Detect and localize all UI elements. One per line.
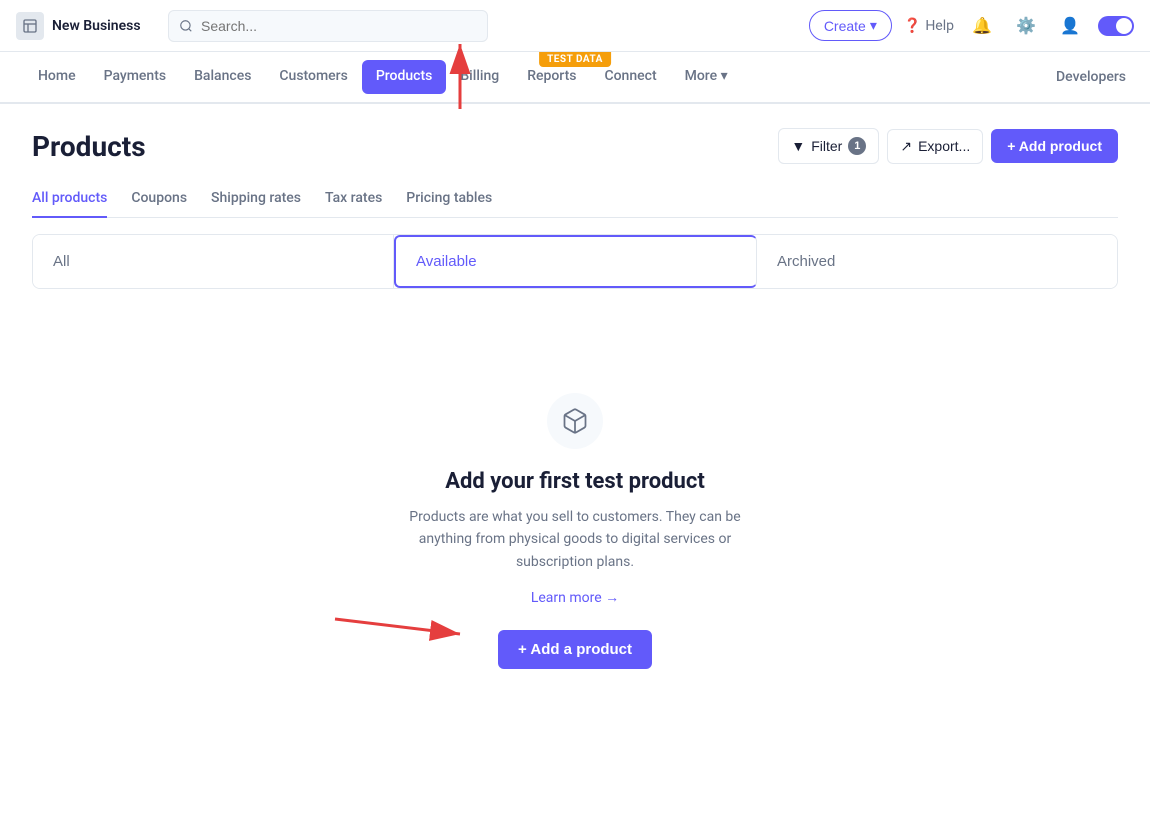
help-circle-icon: ❓ bbox=[904, 18, 921, 34]
page-tabs: All products Coupons Shipping rates Tax … bbox=[32, 180, 1118, 218]
export-icon: ↗ bbox=[900, 138, 912, 155]
search-bar[interactable] bbox=[168, 10, 488, 42]
create-button[interactable]: Create ▾ bbox=[809, 10, 892, 41]
topbar: New Business Create ▾ ❓ Help 🔔 ⚙️ 👤 bbox=[0, 0, 1150, 52]
arrow-to-add-button bbox=[315, 589, 475, 649]
export-button[interactable]: ↗ Export... bbox=[887, 129, 983, 164]
search-input[interactable] bbox=[168, 10, 488, 42]
filter-icon: ▼ bbox=[791, 138, 805, 154]
nav-item-customers[interactable]: Customers bbox=[265, 52, 361, 104]
user-avatar[interactable]: 👤 bbox=[1054, 10, 1086, 42]
main-nav: Home Payments Balances Customers Product… bbox=[0, 52, 1150, 104]
nav-item-more[interactable]: More ▾ bbox=[671, 52, 742, 104]
nav-item-products[interactable]: Products bbox=[362, 60, 447, 94]
nav-item-billing[interactable]: Billing bbox=[446, 52, 513, 104]
page-title: Products bbox=[32, 130, 146, 163]
logo-icon bbox=[16, 12, 44, 40]
nav-items: Home Payments Balances Customers Product… bbox=[24, 52, 742, 102]
header-actions: ▼ Filter 1 ↗ Export... + Add product bbox=[778, 128, 1118, 164]
status-filters: All Available Archived bbox=[32, 234, 1118, 289]
filter-button[interactable]: ▼ Filter 1 bbox=[778, 128, 879, 164]
user-icon: 👤 bbox=[1060, 16, 1080, 35]
status-filter-all[interactable]: All bbox=[33, 235, 394, 288]
settings-button[interactable]: ⚙️ bbox=[1010, 10, 1042, 42]
filter-count-badge: 1 bbox=[848, 137, 866, 155]
tab-shipping-rates[interactable]: Shipping rates bbox=[211, 180, 301, 218]
bell-icon: 🔔 bbox=[972, 16, 992, 35]
notifications-button[interactable]: 🔔 bbox=[966, 10, 998, 42]
help-button[interactable]: ❓ Help bbox=[904, 18, 954, 34]
empty-state: Add your first test product Products are… bbox=[32, 313, 1118, 709]
status-filter-archived[interactable]: Archived bbox=[757, 235, 1117, 288]
tab-pricing-tables[interactable]: Pricing tables bbox=[406, 180, 492, 218]
company-name: New Business bbox=[52, 18, 141, 34]
topbar-actions: Create ▾ ❓ Help 🔔 ⚙️ 👤 bbox=[809, 10, 1134, 42]
empty-state-title: Add your first test product bbox=[445, 469, 705, 494]
chevron-down-icon: ▾ bbox=[870, 17, 877, 34]
gear-icon: ⚙️ bbox=[1016, 16, 1036, 35]
status-filter-available[interactable]: Available bbox=[394, 235, 757, 288]
tab-all-products[interactable]: All products bbox=[32, 180, 107, 218]
empty-state-icon bbox=[547, 393, 603, 449]
nav-item-balances[interactable]: Balances bbox=[180, 52, 265, 104]
add-product-button[interactable]: + Add product bbox=[991, 129, 1118, 163]
empty-state-description: Products are what you sell to customers.… bbox=[385, 506, 765, 573]
nav-item-payments[interactable]: Payments bbox=[90, 52, 181, 104]
test-mode-toggle[interactable] bbox=[1098, 16, 1134, 36]
test-data-badge: TEST DATA bbox=[539, 52, 611, 67]
toggle-knob bbox=[1116, 18, 1132, 34]
add-product-center-button[interactable]: + Add a product bbox=[498, 630, 652, 669]
nav-item-home[interactable]: Home bbox=[24, 52, 90, 104]
tab-tax-rates[interactable]: Tax rates bbox=[325, 180, 382, 218]
chevron-down-icon: ▾ bbox=[721, 68, 728, 84]
tab-coupons[interactable]: Coupons bbox=[131, 180, 187, 218]
company-logo[interactable]: New Business bbox=[16, 12, 156, 40]
page-content: Products ▼ Filter 1 ↗ Export... + Add pr… bbox=[0, 104, 1150, 838]
page-header: Products ▼ Filter 1 ↗ Export... + Add pr… bbox=[32, 128, 1118, 164]
nav-developers[interactable]: Developers bbox=[1056, 69, 1126, 85]
learn-more-link[interactable]: Learn more → bbox=[531, 589, 619, 606]
